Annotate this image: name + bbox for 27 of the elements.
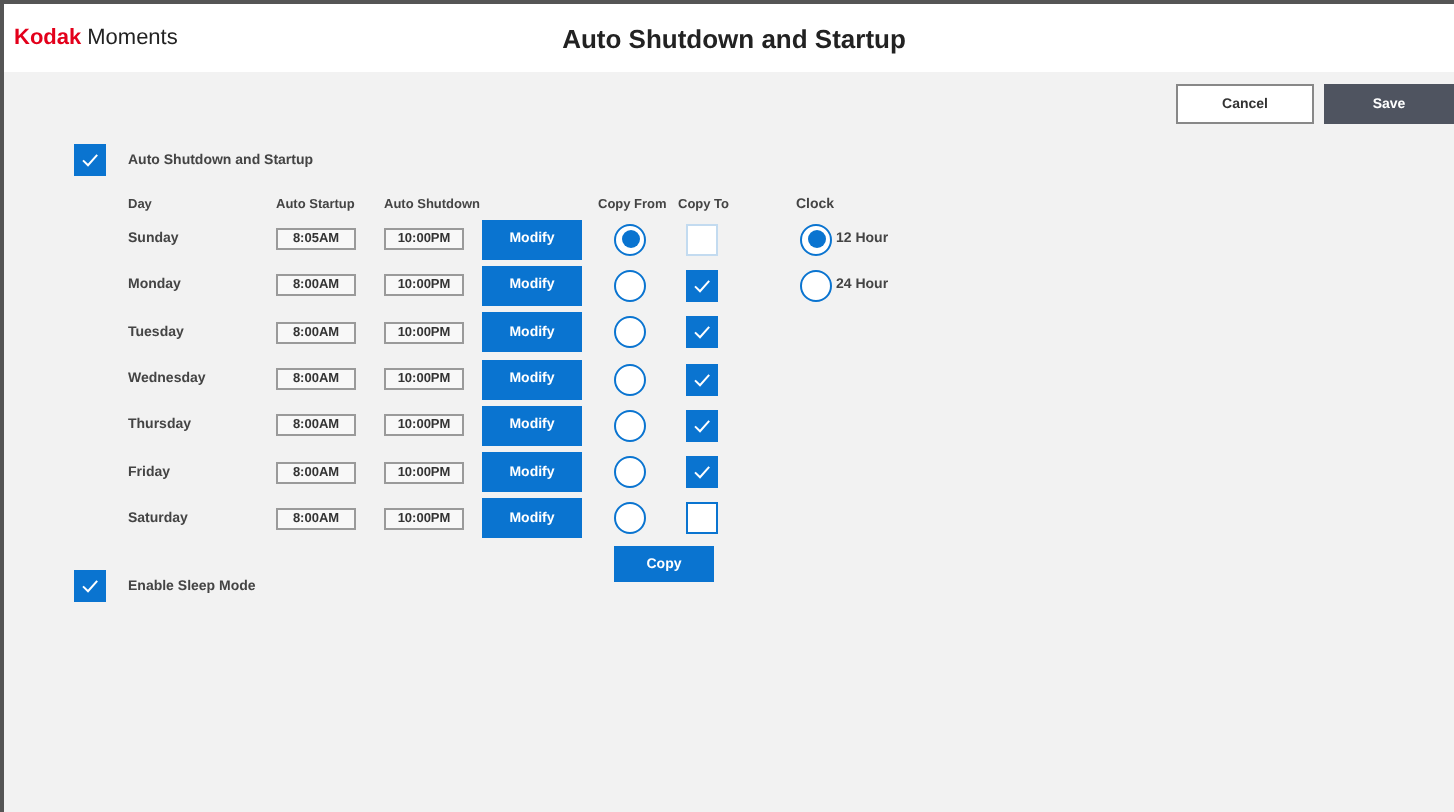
radio-button[interactable] [614,269,646,302]
radio-button[interactable] [614,502,646,535]
checkbox[interactable] [686,316,718,349]
checkbox[interactable] [686,269,718,302]
checkbox[interactable] [74,144,106,176]
brand-suffix: Moments [87,26,178,50]
checkmark-icon [692,275,712,296]
window-title: Auto Shutdown and Startup [562,23,906,53]
checkmark-icon [692,369,712,390]
radio-button[interactable] [614,363,646,396]
checkbox[interactable] [686,409,718,442]
checkbox[interactable] [686,502,718,535]
radio-button[interactable] [614,456,646,489]
radio-button[interactable] [800,269,832,302]
checkbox[interactable] [686,456,718,489]
radio-button[interactable] [614,409,646,442]
radio-button[interactable] [614,223,646,256]
radio-button[interactable] [614,316,646,349]
checkmark-icon [692,462,712,483]
checkbox[interactable] [686,363,718,396]
checkmark-icon [692,415,712,436]
brand-logo: Kodak [14,26,82,50]
checkmark-icon [80,576,100,597]
checkmark-icon [692,322,712,343]
checkmark-icon [80,150,100,170]
checkbox[interactable] [74,570,106,603]
radio-button[interactable] [800,223,832,256]
